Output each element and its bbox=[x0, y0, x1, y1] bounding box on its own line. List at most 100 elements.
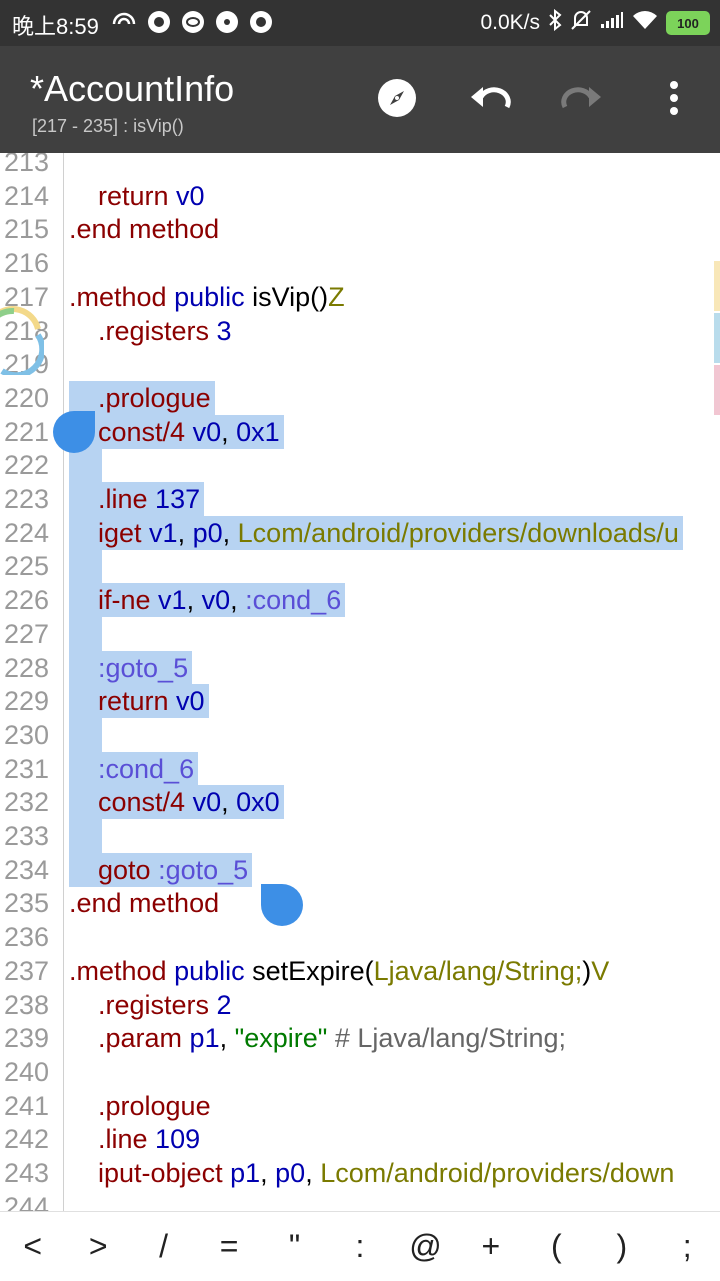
selection-end-handle[interactable] bbox=[261, 884, 303, 926]
code-line[interactable]: 221 const/4 v0, 0x1 bbox=[0, 414, 720, 449]
code-token: Lcom/android/providers/downloads/u bbox=[237, 517, 679, 548]
symbol-key[interactable]: " bbox=[265, 1228, 325, 1265]
navigate-button[interactable] bbox=[375, 76, 419, 120]
code-token: , bbox=[221, 416, 237, 447]
line-number: 237 bbox=[4, 955, 50, 986]
code-token: v0 bbox=[176, 180, 205, 211]
code-line[interactable]: 241 .prologue bbox=[0, 1089, 720, 1123]
hotspot-icon bbox=[112, 10, 136, 34]
code-line[interactable]: 217 .method public isVip()Z bbox=[0, 280, 720, 314]
code-line[interactable]: 222 bbox=[0, 448, 720, 483]
symbol-key[interactable]: = bbox=[199, 1228, 259, 1265]
code-token: 137 bbox=[155, 484, 201, 514]
code-token: .end method bbox=[69, 214, 220, 245]
code-text: const/4 v0, 0x1 bbox=[69, 414, 284, 449]
code-token: "expire" bbox=[234, 1023, 328, 1054]
code-text: .end method bbox=[69, 212, 219, 246]
code-line[interactable]: 243 iput-object p1, p0, Lcom/android/prov… bbox=[0, 1156, 720, 1190]
code-line[interactable]: 229 return v0 bbox=[0, 684, 720, 719]
symbol-key[interactable]: + bbox=[461, 1228, 521, 1265]
code-text: .end method bbox=[69, 886, 219, 920]
undo-button[interactable] bbox=[468, 76, 512, 120]
code-token: p1 bbox=[189, 1023, 220, 1054]
line-number: 240 bbox=[4, 1056, 50, 1087]
code-token: Ljava/lang/String; bbox=[373, 955, 583, 986]
code-line[interactable]: 238 .registers 2 bbox=[0, 988, 720, 1022]
more-options-button[interactable] bbox=[652, 76, 696, 120]
code-line[interactable]: 219 bbox=[0, 347, 720, 381]
code-token: .prologue bbox=[98, 1090, 211, 1121]
code-line[interactable]: 230 bbox=[0, 717, 720, 752]
code-line[interactable]: 216 bbox=[0, 246, 720, 280]
code-token: :cond_6 bbox=[245, 585, 342, 616]
network-speed: 0.0K/s bbox=[480, 11, 540, 34]
code-line[interactable]: 237 .method public setExpire(Ljava/lang/S… bbox=[0, 954, 720, 988]
code-token: ) bbox=[582, 955, 592, 986]
code-line[interactable]: 244 bbox=[0, 1190, 720, 1211]
line-number: 231 bbox=[4, 753, 50, 784]
symbol-key[interactable]: > bbox=[68, 1228, 128, 1265]
code-token: .registers bbox=[98, 315, 217, 346]
code-editor[interactable]: 213 214 return v0 215 .end method 216 217 .meth… bbox=[0, 153, 720, 1211]
code-line[interactable]: 235 .end method bbox=[0, 886, 720, 920]
scroll-marker-blue bbox=[714, 313, 720, 363]
code-line[interactable]: 218 .registers 3 bbox=[0, 314, 720, 348]
code-line[interactable]: 231 :cond_6 bbox=[0, 751, 720, 786]
code-text: if-ne v1, v0, :cond_6 bbox=[69, 583, 346, 618]
code-token: goto bbox=[98, 854, 159, 885]
code-token: iget bbox=[98, 517, 150, 548]
symbol-keyboard-bar: < > / = ": @ +(); bbox=[0, 1211, 720, 1281]
symbol-key[interactable]: ( bbox=[526, 1228, 586, 1265]
mute-icon bbox=[570, 9, 592, 37]
code-line[interactable]: 240 bbox=[0, 1055, 720, 1089]
code-line[interactable]: 214 return v0 bbox=[0, 179, 720, 213]
code-token: :goto_5 bbox=[158, 854, 249, 885]
code-token: , bbox=[221, 787, 237, 818]
scroll-marker-yellow bbox=[714, 261, 720, 311]
app-toolbar: *AccountInfo [217 - 235] : isVip() bbox=[0, 46, 720, 153]
code-token: , bbox=[305, 1158, 321, 1188]
code-text: const/4 v0, 0x0 bbox=[69, 785, 284, 820]
loading-spinner-icon bbox=[0, 303, 46, 380]
symbol-key[interactable]: @ bbox=[395, 1228, 455, 1265]
code-token: .method bbox=[69, 281, 175, 312]
code-token: p1 bbox=[230, 1158, 261, 1188]
code-text: iput-object p1, p0, Lcom/android/provide… bbox=[69, 1156, 674, 1190]
code-line[interactable]: 239 .param p1, "expire" # Ljava/lang/Stri… bbox=[0, 1021, 720, 1055]
code-token: V bbox=[591, 955, 610, 986]
code-token: v0 bbox=[192, 787, 222, 818]
code-line[interactable]: 215 .end method bbox=[0, 212, 720, 246]
status-bar: 晚上8:59 0.0K/s 100 bbox=[0, 0, 720, 46]
app-notification-icon bbox=[148, 11, 170, 33]
code-token: const/4 bbox=[98, 416, 193, 447]
symbol-key[interactable]: / bbox=[134, 1228, 194, 1265]
code-line[interactable]: 225 bbox=[0, 549, 720, 584]
code-line[interactable]: 233 bbox=[0, 819, 720, 853]
code-token: v0 bbox=[192, 416, 222, 447]
selection-start-handle[interactable] bbox=[53, 411, 95, 453]
code-line[interactable]: 223 .line 137 bbox=[0, 482, 720, 516]
code-line[interactable]: 232 const/4 v0, 0x0 bbox=[0, 785, 720, 820]
code-line[interactable]: 226 if-ne v1, v0, :cond_6 bbox=[0, 583, 720, 618]
code-line[interactable]: 224 iget v1, p0, Lcom/android/providers/d… bbox=[0, 515, 720, 550]
line-number: 228 bbox=[4, 652, 50, 683]
line-number: 243 bbox=[4, 1158, 50, 1188]
symbol-key[interactable]: < bbox=[3, 1228, 63, 1265]
code-line[interactable]: 227 bbox=[0, 616, 720, 651]
symbol-key[interactable]: ; bbox=[657, 1228, 717, 1265]
symbol-key[interactable]: : bbox=[330, 1228, 390, 1265]
code-line[interactable]: 236 bbox=[0, 920, 720, 954]
code-line[interactable]: 220 .prologue bbox=[0, 380, 720, 415]
code-token: return bbox=[98, 686, 177, 717]
redo-button[interactable] bbox=[560, 76, 604, 120]
code-token: iput-object bbox=[98, 1158, 231, 1188]
symbol-key[interactable]: ) bbox=[592, 1228, 652, 1265]
code-line[interactable]: 234 goto :goto_5 bbox=[0, 852, 720, 887]
line-number: 215 bbox=[4, 214, 50, 245]
code-token: , bbox=[230, 585, 246, 616]
code-line[interactable]: 213 bbox=[0, 153, 720, 179]
code-line[interactable]: 242 .line 109 bbox=[0, 1122, 720, 1156]
code-token: .end method bbox=[69, 888, 220, 919]
code-token: :cond_6 bbox=[98, 753, 195, 784]
code-line[interactable]: 228:goto_5 bbox=[0, 650, 720, 685]
